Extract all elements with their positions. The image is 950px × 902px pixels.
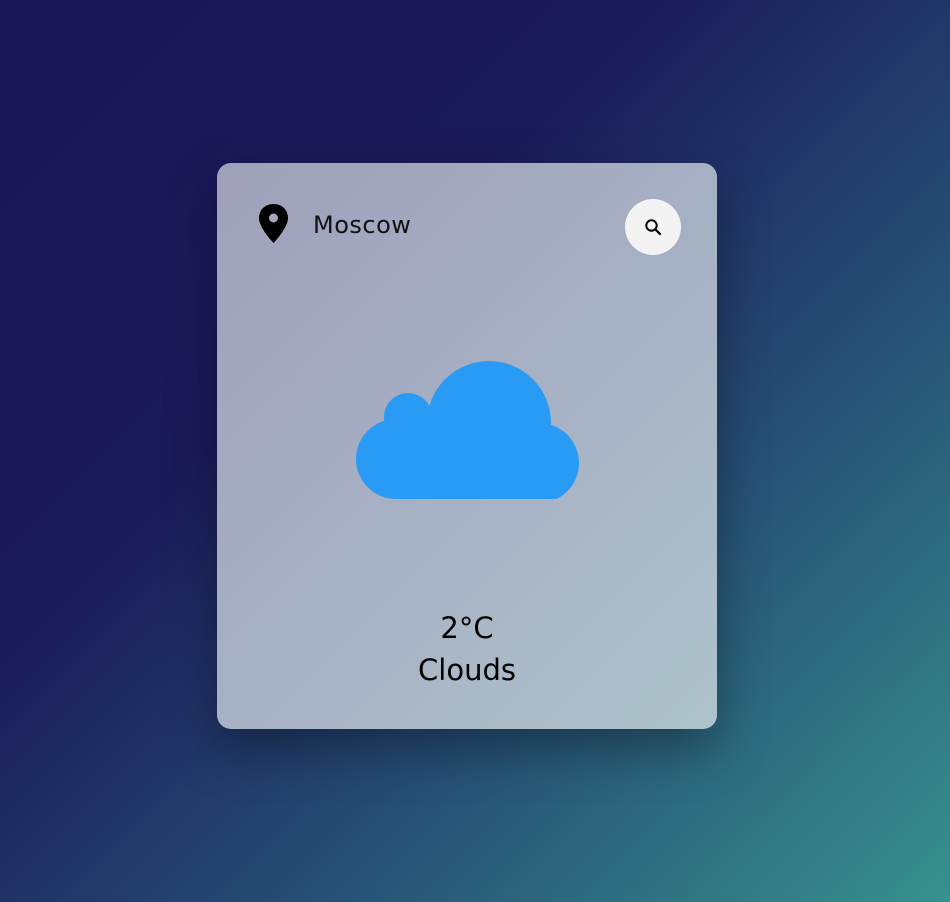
temperature: 2°C — [440, 611, 494, 645]
city-name: Moscow — [313, 211, 412, 239]
search-button[interactable] — [625, 199, 681, 255]
weather-card: Moscow 2°C Clouds — [217, 163, 717, 729]
weather-description: Clouds — [418, 653, 516, 687]
cloud-icon — [356, 361, 579, 499]
search-icon — [645, 219, 662, 236]
map-pin-icon — [259, 204, 288, 243]
